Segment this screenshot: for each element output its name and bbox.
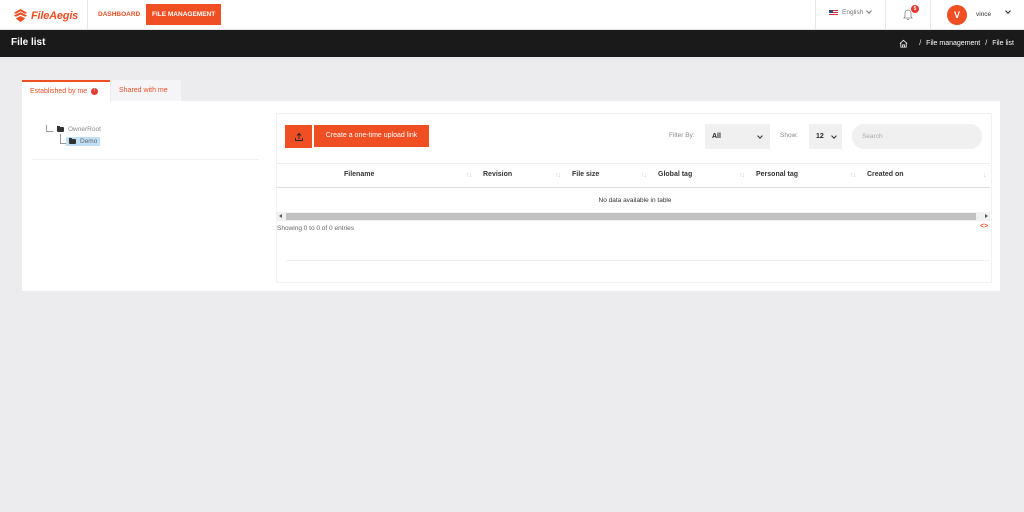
- upload-button[interactable]: [285, 125, 312, 148]
- page-header: File list / File management / File list: [0, 30, 1024, 57]
- chevron-down-icon: [757, 133, 763, 139]
- search-input[interactable]: [852, 124, 982, 149]
- filter-label: Filter By:: [669, 132, 695, 139]
- sort-icon[interactable]: ↑↓: [739, 172, 745, 179]
- logo[interactable]: FileAegis: [13, 8, 78, 23]
- filter-select[interactable]: All: [705, 124, 770, 149]
- user-menu-chevron-icon[interactable]: [1005, 8, 1011, 14]
- logo-text: FileAegis: [31, 9, 79, 22]
- horizontal-scrollbar[interactable]: [277, 212, 990, 221]
- filter-value: All: [712, 133, 721, 140]
- page-title: File list: [11, 37, 46, 48]
- username[interactable]: vince: [976, 11, 991, 18]
- top-navbar: FileAegis DASHBOARD FILE MANAGEMENT Engl…: [0, 0, 1024, 30]
- tab-established-by-me[interactable]: Established by me !: [22, 80, 110, 101]
- tree-node-label: Demo: [80, 138, 98, 145]
- nav-file-management[interactable]: FILE MANAGEMENT: [146, 4, 222, 25]
- tree-node-demo[interactable]: Demo: [66, 137, 101, 146]
- chevron-down-icon: [831, 133, 837, 139]
- language-label: English: [842, 9, 864, 16]
- tab-label: Shared with me: [119, 87, 168, 94]
- notification-count-badge: 5: [911, 5, 919, 13]
- tree-node-root[interactable]: OwnerRoot: [57, 126, 101, 133]
- breadcrumb-separator: /: [919, 40, 922, 47]
- divider: [286, 260, 990, 261]
- column-header-created-on[interactable]: Created on: [867, 171, 904, 178]
- tab-shared-with-me[interactable]: Shared with me: [111, 80, 181, 101]
- home-icon[interactable]: [899, 39, 908, 48]
- avatar[interactable]: V: [947, 5, 967, 25]
- sort-icon[interactable]: ↓: [983, 172, 986, 179]
- nav-divider: [885, 0, 886, 30]
- language-selector[interactable]: English: [829, 8, 873, 16]
- table-header: Filename ↑↓ Revision ↑↓ File size ↑↓ Glo…: [277, 163, 990, 188]
- show-label: Show:: [780, 132, 799, 139]
- upload-icon: [294, 132, 303, 141]
- folder-icon: [69, 138, 76, 144]
- breadcrumb: / File management / File list: [899, 39, 1014, 48]
- breadcrumb-file-management[interactable]: File management: [926, 40, 980, 47]
- code-icon[interactable]: <>: [980, 223, 988, 230]
- nav-divider: [815, 0, 816, 30]
- scroll-left-icon[interactable]: [279, 214, 282, 218]
- breadcrumb-separator: /: [985, 40, 988, 47]
- tree-line: [46, 131, 53, 132]
- breadcrumb-file-list: File list: [992, 40, 1014, 47]
- sort-icon[interactable]: ↑↓: [641, 172, 647, 179]
- us-flag-icon: [829, 9, 838, 16]
- chevron-down-icon: [866, 8, 873, 14]
- folder-tree: OwnerRoot Demo: [32, 113, 258, 160]
- logo-icon: [13, 8, 28, 23]
- alert-icon: !: [91, 87, 99, 95]
- page-size-select[interactable]: 12: [809, 124, 842, 149]
- nav-divider: [87, 0, 88, 30]
- scroll-right-icon[interactable]: [985, 214, 988, 218]
- tree-node-label: OwnerRoot: [68, 126, 101, 133]
- nav-divider: [930, 0, 931, 30]
- sort-icon[interactable]: ↑↓: [850, 172, 856, 179]
- folder-icon: [57, 126, 64, 132]
- column-header-revision[interactable]: Revision: [483, 171, 512, 178]
- tree-line: [60, 134, 61, 143]
- empty-table-message: No data available in table: [598, 197, 672, 204]
- column-header-global-tag[interactable]: Global tag: [658, 171, 692, 178]
- tab-label: Established by me: [30, 88, 88, 95]
- column-header-personal-tag[interactable]: Personal tag: [756, 171, 798, 178]
- sort-icon[interactable]: ↑↓: [555, 172, 561, 179]
- scrollbar-thumb[interactable]: [286, 213, 976, 220]
- page-size-value: 12: [816, 133, 824, 140]
- column-header-filename[interactable]: Filename: [344, 171, 374, 178]
- create-upload-link-button[interactable]: Create a one-time upload link: [314, 125, 429, 147]
- nav-dashboard[interactable]: DASHBOARD: [92, 4, 146, 25]
- sort-icon[interactable]: ↑↓: [466, 172, 472, 179]
- table-info: Showing 0 to 0 of 0 entries: [277, 225, 354, 232]
- column-header-file-size[interactable]: File size: [572, 171, 599, 178]
